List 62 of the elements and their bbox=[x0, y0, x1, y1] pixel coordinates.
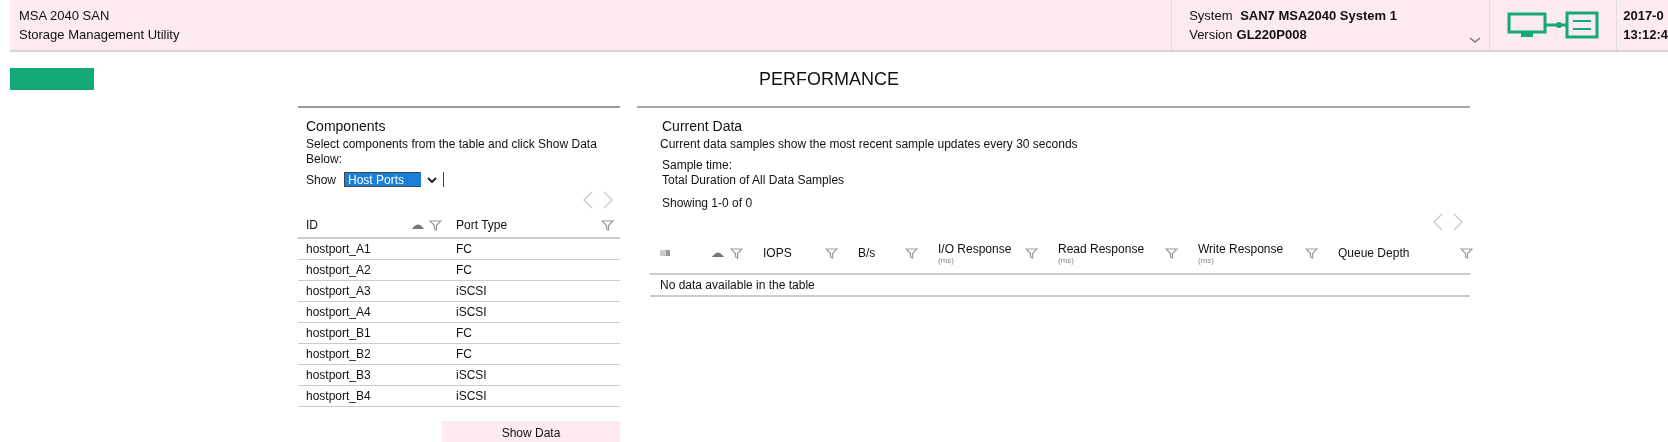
table-cell-text: hostport_A4 bbox=[305, 305, 372, 319]
next-page-icon[interactable] bbox=[1452, 213, 1464, 231]
table-cell-text: FC bbox=[455, 242, 473, 256]
filter-icon[interactable] bbox=[601, 219, 614, 231]
duration-label: Total Duration of All Data Samples bbox=[662, 173, 846, 188]
caret-icon bbox=[427, 176, 438, 183]
version-info: Version GL220P008 bbox=[1189, 27, 1307, 42]
table-cell-text: hostport_A2 bbox=[305, 263, 372, 277]
table-cell-text: iSCSI bbox=[455, 368, 488, 382]
panel-title: Components bbox=[306, 118, 387, 134]
table-cell-text: FC bbox=[455, 326, 473, 340]
computer-storage-icon[interactable] bbox=[1507, 11, 1600, 39]
product-subtitle: Storage Management Utility bbox=[19, 27, 181, 42]
column-header: Port Type bbox=[456, 218, 509, 232]
table-cell-text: hostport_B2 bbox=[305, 347, 372, 361]
show-label: Show bbox=[306, 172, 337, 187]
show-data-button[interactable]: Show Data bbox=[442, 421, 620, 442]
table-cell-text: hostport_A1 bbox=[305, 242, 372, 256]
unit-label: (ms) bbox=[938, 255, 955, 265]
table-cell-text: iSCSI bbox=[455, 305, 488, 319]
instructions: Select components from the table and click Show Data Below: bbox=[306, 137, 598, 167]
column-header: B/s bbox=[858, 246, 877, 260]
unit-label: (ms) bbox=[1058, 255, 1075, 265]
column-header: IOPS bbox=[763, 246, 793, 260]
filter-icon[interactable] bbox=[825, 247, 838, 259]
table-cell-text: iSCSI bbox=[455, 284, 488, 298]
unit-label: (ms) bbox=[1198, 255, 1215, 265]
panel-title: Current Data bbox=[662, 118, 744, 134]
previous-page-icon[interactable] bbox=[582, 191, 594, 209]
page-title: PERFORMANCE bbox=[758, 68, 900, 90]
table-cell-text: hostport_A3 bbox=[305, 284, 372, 298]
empty-message: No data available in the table bbox=[660, 278, 815, 292]
showing-count: Showing 1-0 of 0 bbox=[662, 196, 754, 211]
table-cell-text: iSCSI bbox=[455, 389, 488, 403]
filter-icon[interactable] bbox=[730, 247, 743, 259]
table-cell-text: FC bbox=[455, 263, 473, 277]
time: 13:12:4 bbox=[1623, 27, 1668, 42]
filter-icon[interactable] bbox=[1165, 247, 1178, 259]
table-cell-text: FC bbox=[455, 347, 473, 361]
filter-icon[interactable] bbox=[1305, 247, 1318, 259]
description: Current data samples show the most recent sample updates every 30 seconds bbox=[660, 137, 1079, 152]
filter-icon[interactable] bbox=[905, 247, 918, 259]
date: 2017-0 bbox=[1623, 8, 1665, 23]
chevron-down-icon[interactable] bbox=[1469, 37, 1482, 44]
show-dropdown[interactable]: Host Ports bbox=[344, 172, 445, 187]
next-page-icon[interactable] bbox=[602, 191, 614, 209]
table-cell-text: hostport_B4 bbox=[305, 389, 372, 403]
column-header: Write Response bbox=[1198, 241, 1285, 256]
column-header: Read Response bbox=[1058, 241, 1146, 256]
sample-time-label: Sample time: bbox=[662, 158, 734, 173]
table-cell-text: hostport_B3 bbox=[305, 368, 372, 382]
previous-page-icon[interactable] bbox=[1432, 213, 1444, 231]
system-info: System SAN7 MSA2040 System 1 bbox=[1189, 8, 1397, 23]
filter-icon[interactable] bbox=[1460, 247, 1473, 259]
column-header: Queue Depth bbox=[1338, 246, 1411, 260]
filter-icon[interactable] bbox=[1025, 247, 1038, 259]
table-cell-text: hostport_B1 bbox=[305, 326, 372, 340]
column-header: I/O Response bbox=[938, 241, 1013, 256]
filter-icon[interactable] bbox=[429, 219, 442, 231]
column-icon bbox=[660, 250, 670, 256]
product-name: MSA 2040 SAN bbox=[19, 8, 111, 23]
column-header: ID bbox=[306, 218, 319, 232]
